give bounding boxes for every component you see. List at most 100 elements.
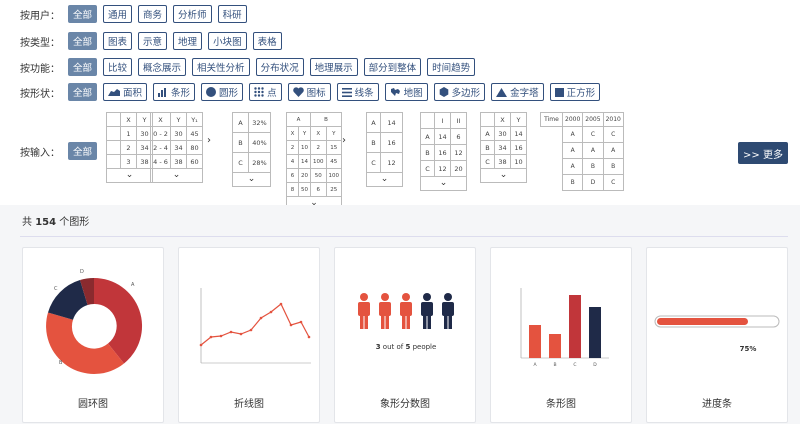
chevron-down-icon[interactable]: ⌄ [480, 169, 527, 183]
shape-option-all[interactable]: 全部 [68, 83, 98, 101]
function-option-all[interactable]: 全部 [68, 58, 98, 76]
input-sample-abxy[interactable]: XY A 30 14 B 34 16 C 38 10 ⌄ [480, 112, 527, 183]
input-sample-time[interactable]: Time 2000 2005 2010 ACC AAA ABB BDC [540, 112, 624, 191]
progress-thumbnail: 75% [654, 315, 780, 353]
type-option-geo[interactable]: 地理 [173, 32, 203, 50]
area-icon [108, 89, 121, 96]
cell: A [561, 158, 584, 175]
shape-option-map[interactable]: 地图 [384, 83, 428, 101]
function-option-geo[interactable]: 地理展示 [309, 58, 358, 76]
dots-icon [254, 87, 264, 97]
function-option-compare[interactable]: 比较 [103, 58, 133, 76]
input-sample-xy[interactable]: XY 1 30 2 34 3 38 ⌄ [106, 112, 153, 183]
cell: 20 [450, 160, 467, 177]
cell: 100 [310, 154, 327, 169]
chevron-right-icon[interactable]: › [207, 135, 211, 146]
cell: 2 [286, 140, 299, 155]
type-option-block[interactable]: 小块图 [208, 32, 247, 50]
map-icon [390, 88, 400, 96]
cell: 12 [434, 160, 451, 177]
filter-row-function: 按功能： 全部 比较 概念展示 相关性分析 分布状况 地理展示 部分到整体 时间… [20, 57, 481, 77]
chart-card-line[interactable]: 折线图 [178, 247, 320, 423]
cell: 50 [298, 182, 311, 197]
chevron-right-icon[interactable]: › [342, 135, 346, 146]
input-sample-ab[interactable]: A 14 B 16 C 12 ⌄ [366, 112, 403, 187]
cell: B [561, 174, 584, 191]
card-caption: 条形图 [546, 399, 576, 410]
chevron-down-icon[interactable]: ⌄ [150, 169, 203, 183]
cell: C [366, 152, 381, 173]
user-option-analyst[interactable]: 分析师 [173, 5, 212, 23]
cell [540, 174, 563, 191]
cell: 80 [186, 140, 203, 155]
cell: 38 [170, 154, 187, 169]
shape-option-label: 面积 [123, 88, 143, 99]
shape-option-dots[interactable]: 点 [249, 83, 282, 101]
type-option-all[interactable]: 全部 [68, 32, 98, 50]
function-option-correlation[interactable]: 相关性分析 [192, 58, 250, 76]
person-icon [421, 293, 433, 329]
cell: 30 [494, 126, 511, 141]
shape-option-icon[interactable]: 图标 [287, 83, 331, 101]
line-thumbnail [199, 288, 311, 364]
shape-option-circle[interactable]: 圆形 [201, 83, 244, 101]
cell: C [582, 126, 604, 143]
cell: C [602, 174, 624, 191]
bar-b [549, 334, 561, 358]
input-sample-xyy[interactable]: X Y Y₁ 0 - 2 30 45 2 - 4 34 80 4 - 6 38 60 ⌄ [150, 112, 203, 183]
shape-option-label: 多边形 [451, 88, 481, 99]
type-option-schematic[interactable]: 示意 [138, 32, 168, 50]
shape-option-bar[interactable]: 条形 [153, 83, 196, 101]
shape-option-square[interactable]: 正方形 [549, 83, 601, 101]
chart-card-progress[interactable]: 75% 进度条 [646, 247, 788, 423]
chart-card-donut[interactable]: A B C D 圆环图 [22, 247, 164, 423]
chart-card-pictogram[interactable]: 3 out of 5 people 象形分数图 [334, 247, 476, 423]
more-button[interactable]: >> 更多 [738, 142, 788, 164]
cell: 16 [434, 144, 451, 161]
cell: Y [298, 126, 311, 141]
cell [420, 112, 435, 129]
cell: A [366, 112, 381, 133]
shape-option-area[interactable]: 面积 [103, 83, 148, 101]
chevron-down-icon[interactable]: ⌄ [232, 173, 271, 187]
result-count: 共 154 个图形 [22, 213, 89, 228]
cell: 4 - 6 [150, 154, 171, 169]
input-sample-percent[interactable]: A 32% B 40% C 28% ⌄ [232, 112, 271, 187]
user-option-business[interactable]: 商务 [138, 5, 168, 23]
cell [480, 112, 495, 127]
chevron-down-icon[interactable]: ⌄ [106, 169, 153, 183]
filter-label-type: 按类型： [20, 37, 60, 49]
cell: I [434, 112, 451, 129]
user-option-research[interactable]: 科研 [217, 5, 247, 23]
type-option-chart[interactable]: 图表 [103, 32, 133, 50]
chevron-down-icon[interactable]: ⌄ [420, 177, 467, 191]
count-prefix: 共 [22, 217, 32, 228]
cell [106, 126, 121, 141]
bar-c [569, 295, 581, 358]
shape-option-lines[interactable]: 线条 [336, 83, 379, 101]
cell: Y [510, 112, 527, 127]
cell: B [420, 144, 435, 161]
line-series [200, 303, 310, 346]
bar-label-a: A [533, 362, 537, 368]
cell: X [150, 112, 171, 127]
shape-option-label: 线条 [354, 88, 374, 99]
shape-option-pyramid[interactable]: 金字塔 [491, 83, 544, 101]
user-option-all[interactable]: 全部 [68, 5, 98, 23]
input-sample-multi-xy[interactable]: AB XYXY 2 10 2 15 4 14 100 45 6 20 50 100 8 50 6 25 … [286, 112, 342, 211]
function-option-distribution[interactable]: 分布状况 [255, 58, 304, 76]
function-option-time[interactable]: 时间趋势 [427, 58, 476, 76]
person-icon [379, 293, 391, 329]
chevron-down-icon[interactable]: ⌄ [366, 173, 403, 187]
function-option-concept[interactable]: 概念展示 [138, 58, 187, 76]
input-option-all[interactable]: 全部 [68, 142, 98, 160]
cell: 6 [450, 128, 467, 145]
type-option-table[interactable]: 表格 [252, 32, 282, 50]
chart-card-bar[interactable]: A B C D 条形图 [490, 247, 632, 423]
input-sample-groups[interactable]: I II A 14 6 B 16 12 C 12 20 ⌄ [420, 112, 467, 191]
user-option-general[interactable]: 通用 [103, 5, 133, 23]
function-option-part-whole[interactable]: 部分到整体 [363, 58, 422, 76]
shape-option-polygon[interactable]: 多边形 [433, 83, 486, 101]
donut-label-a: A [131, 282, 135, 288]
cell: A [561, 126, 584, 143]
